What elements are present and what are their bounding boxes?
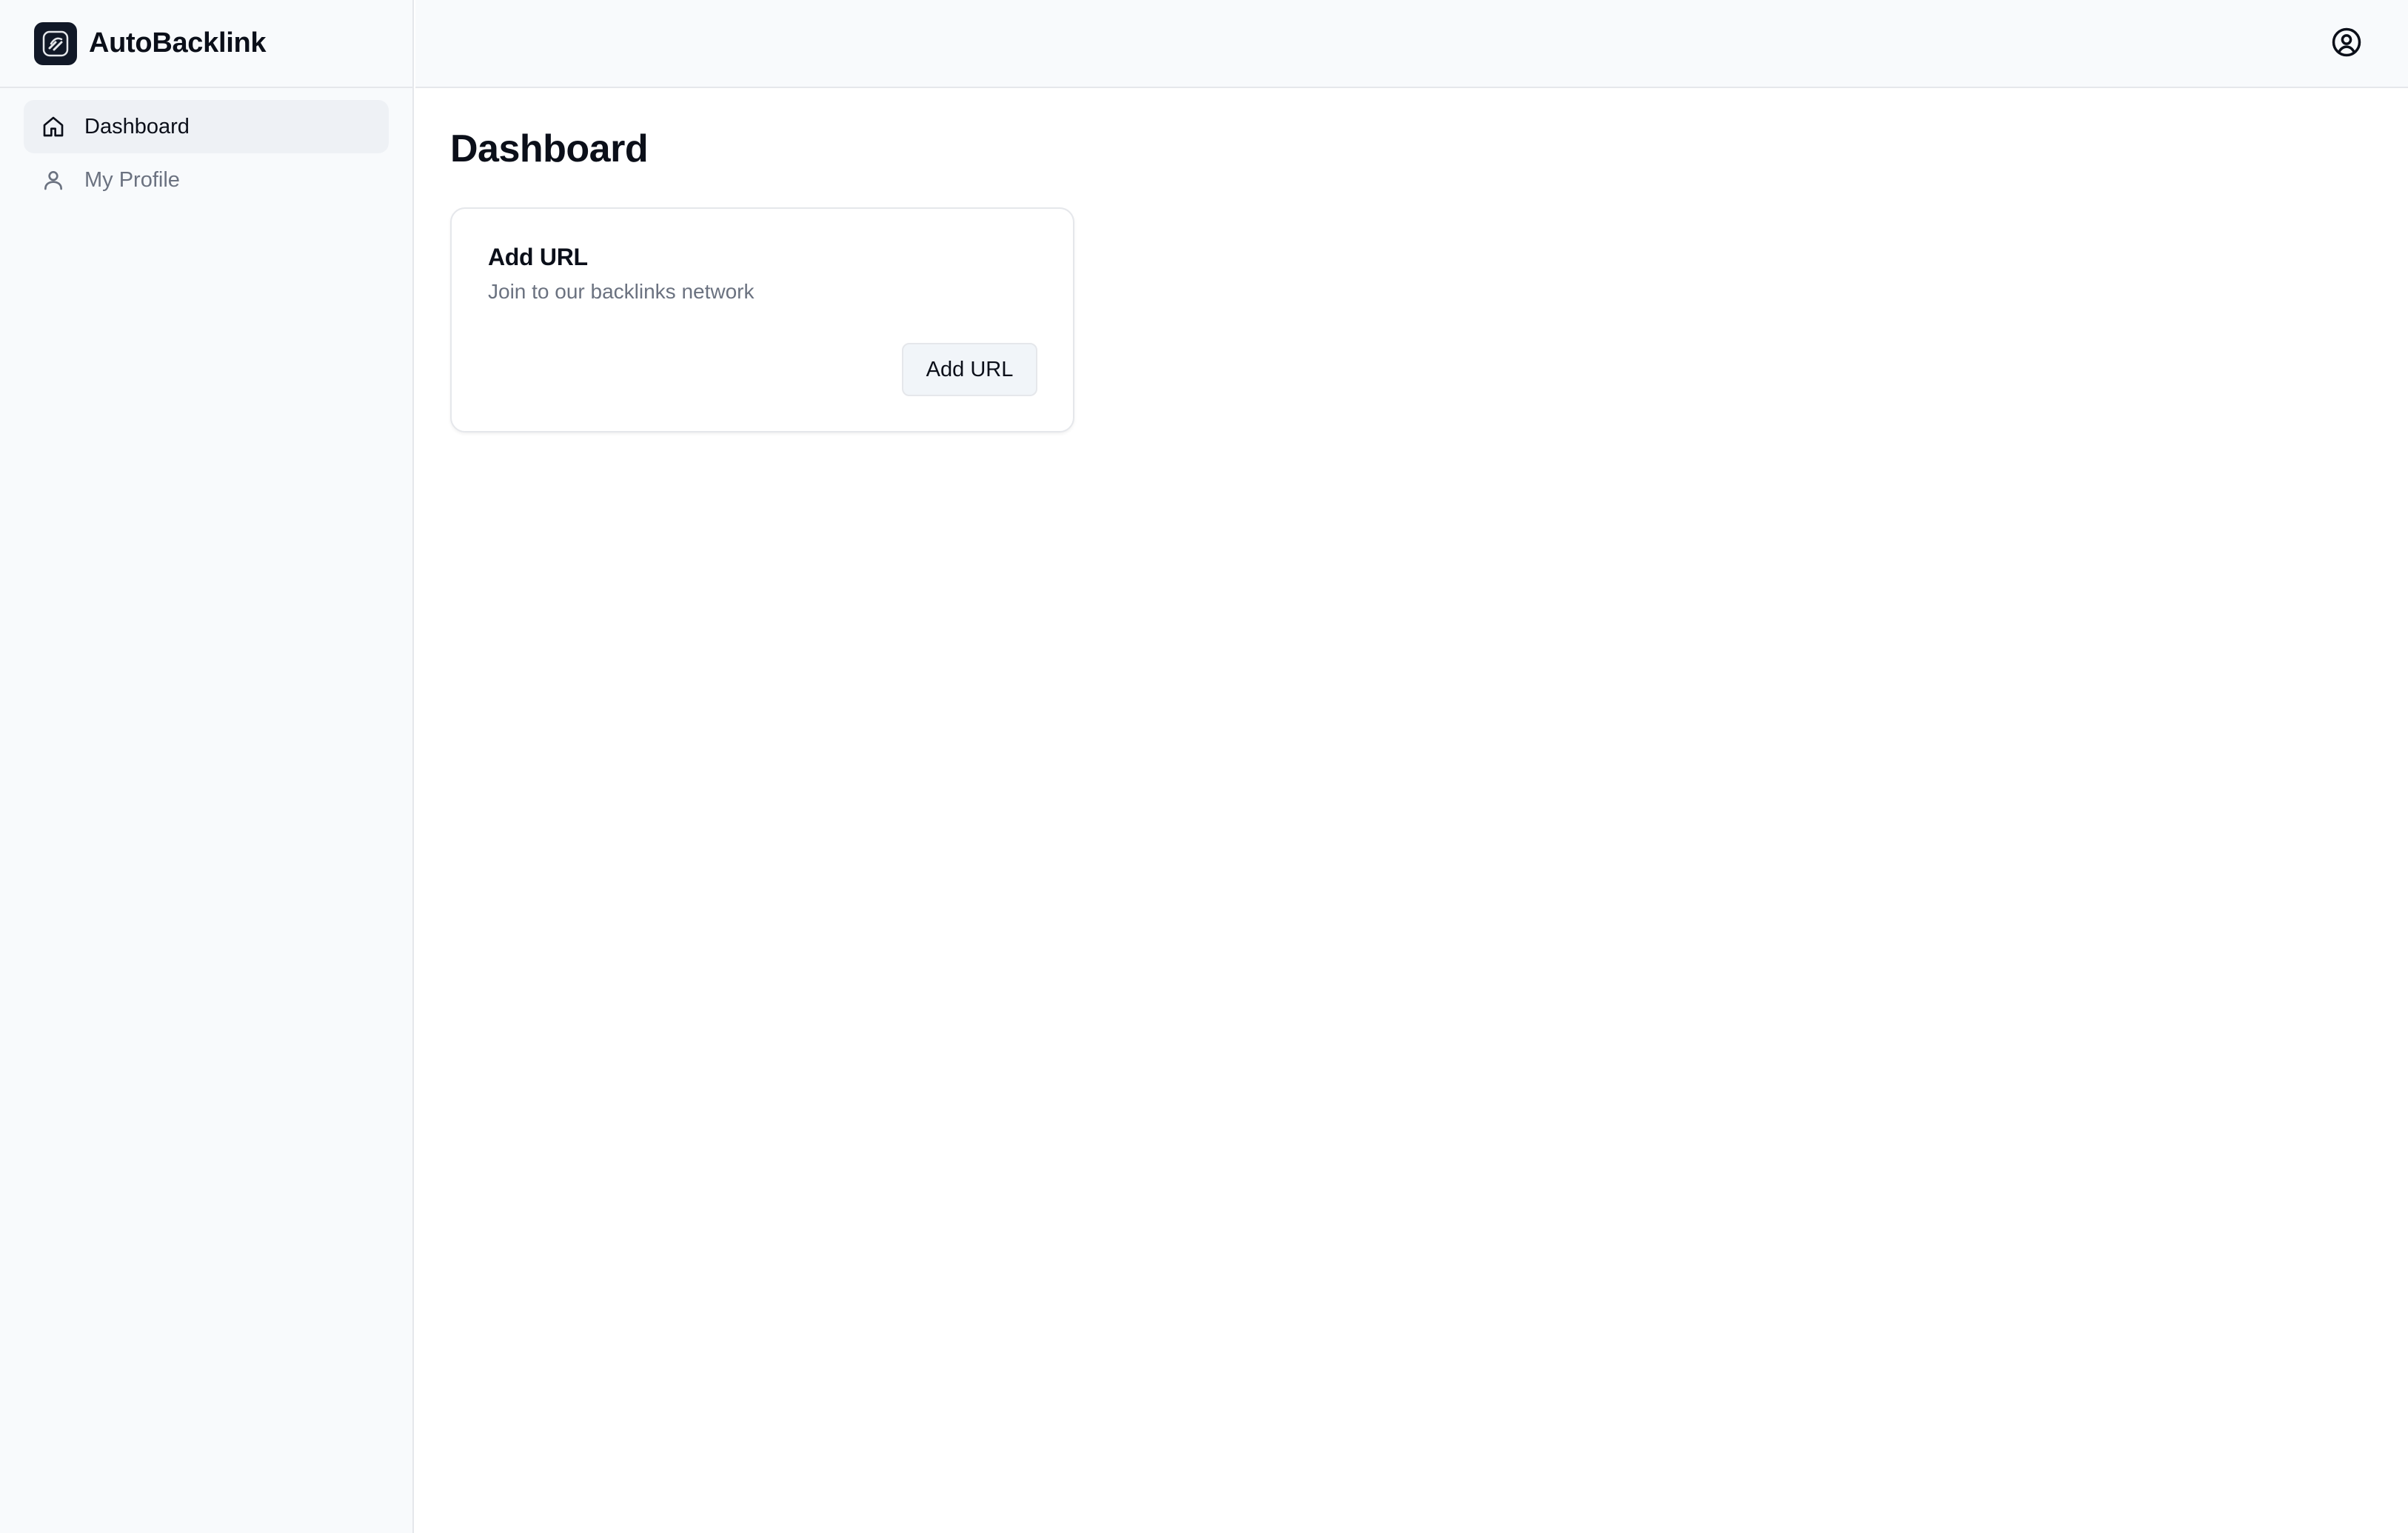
account-menu-button[interactable]	[2330, 27, 2364, 61]
app-logo-icon	[34, 21, 77, 65]
sidebar-item-my-profile[interactable]: My Profile	[24, 153, 389, 207]
user-circle-icon	[2331, 27, 2362, 61]
top-bar	[415, 0, 2408, 88]
sidebar-item-label: My Profile	[84, 167, 180, 192]
add-url-button[interactable]: Add URL	[902, 343, 1037, 396]
page-title: Dashboard	[450, 127, 649, 170]
brand[interactable]: AutoBacklink	[0, 0, 412, 88]
user-icon	[40, 167, 67, 193]
add-url-card: Add URL Join to our backlinks network Ad…	[450, 207, 1074, 432]
sidebar-item-label: Dashboard	[84, 114, 190, 138]
card-title: Add URL	[488, 244, 588, 270]
main-content: Dashboard Add URL Join to our backlinks …	[415, 90, 2408, 1533]
sidebar: AutoBacklink Dashboard My Profile	[0, 0, 414, 1533]
app-name: AutoBacklink	[89, 27, 267, 59]
sidebar-item-dashboard[interactable]: Dashboard	[24, 100, 389, 153]
card-subtitle: Join to our backlinks network	[488, 280, 755, 303]
sidebar-nav: Dashboard My Profile	[0, 88, 412, 207]
home-icon	[40, 113, 67, 140]
